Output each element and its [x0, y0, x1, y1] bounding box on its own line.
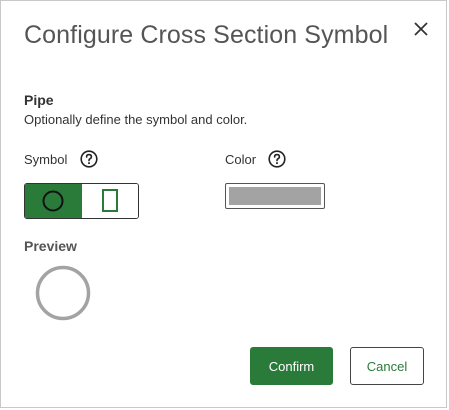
- section-description: Optionally define the symbol and color.: [24, 112, 248, 127]
- section-title: Pipe: [24, 92, 54, 108]
- symbol-toggle-group: [24, 183, 139, 219]
- symbol-help-button[interactable]: [80, 150, 98, 168]
- color-help-button[interactable]: [268, 150, 286, 168]
- symbol-option-rectangle[interactable]: [81, 184, 138, 218]
- preview-symbol: [35, 265, 91, 321]
- close-icon: [414, 22, 428, 36]
- preview-title: Preview: [24, 238, 77, 254]
- symbol-option-circle[interactable]: [25, 184, 82, 218]
- color-label: Color: [225, 152, 257, 167]
- question-circle-icon: [80, 150, 98, 168]
- rectangle-icon: [101, 189, 118, 212]
- confirm-button[interactable]: Confirm: [250, 347, 333, 385]
- preview-circle-icon: [35, 265, 91, 321]
- cancel-button[interactable]: Cancel: [350, 347, 424, 385]
- color-picker-swatch[interactable]: [225, 183, 325, 209]
- close-button[interactable]: [411, 19, 431, 39]
- configure-symbol-dialog: Configure Cross Section Symbol Pipe Opti…: [0, 0, 447, 408]
- circle-icon: [42, 190, 64, 212]
- question-circle-icon: [268, 150, 286, 168]
- symbol-label: Symbol: [24, 152, 68, 167]
- color-swatch-fill: [229, 187, 321, 205]
- dialog-title: Configure Cross Section Symbol: [24, 21, 389, 49]
